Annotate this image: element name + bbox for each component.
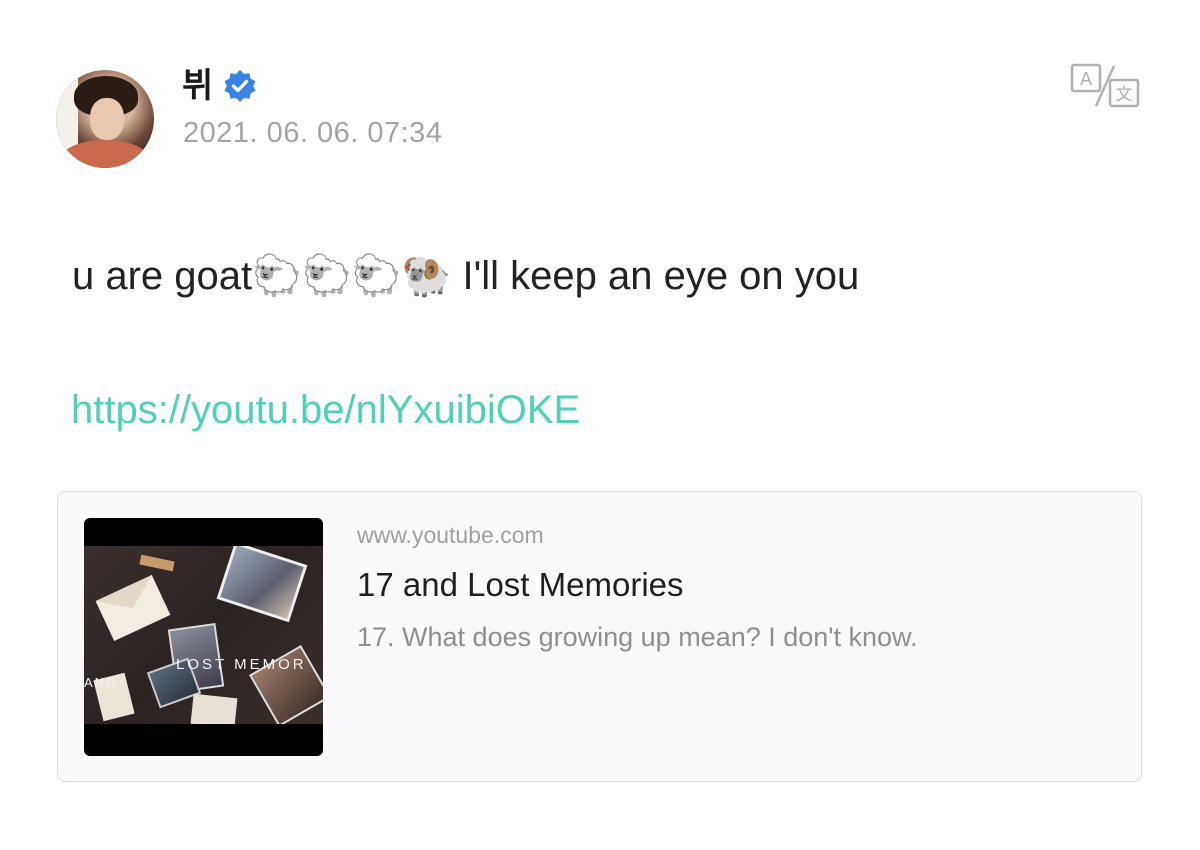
video-thumbnail[interactable]: LOST MEMOR AND — [84, 518, 323, 756]
avatar[interactable] — [56, 70, 154, 168]
thumbnail-caption-left: AND — [84, 675, 118, 690]
thumbnail-caption: LOST MEMOR — [176, 656, 307, 673]
link-preview-card[interactable]: LOST MEMOR AND www.youtube.com 17 and Lo… — [57, 491, 1142, 782]
sheep-emoji-icons: 🐑🐑🐑🐏 — [252, 253, 452, 299]
thumbnail-scene: LOST MEMOR AND — [84, 546, 323, 724]
post-text-main: u are goat — [72, 254, 253, 298]
post-timestamp: 2021. 06. 06. 07:34 — [183, 117, 443, 149]
card-description: 17. What does growing up mean? I don't k… — [357, 622, 918, 652]
post-container: 뷔 2021. 06. 06. 07:34 A 文 u are goat🐑🐑🐑🐏… — [0, 0, 1200, 850]
card-domain: www.youtube.com — [357, 522, 544, 548]
post-link[interactable]: https://youtu.be/nlYxuibiOKE — [71, 384, 580, 436]
svg-text:文: 文 — [1116, 85, 1133, 105]
verified-badge-icon — [223, 69, 257, 103]
post-text: u are goat🐑🐑🐑🐏 I'll keep an eye on you — [72, 250, 859, 302]
post-text-tail: I'll keep an eye on you — [451, 254, 860, 298]
svg-text:A: A — [1080, 69, 1093, 90]
translate-icon[interactable]: A 文 — [1070, 62, 1140, 110]
author-row: 뷔 — [182, 66, 257, 106]
card-title[interactable]: 17 and Lost Memories — [357, 566, 684, 604]
author-name[interactable]: 뷔 — [182, 66, 213, 106]
